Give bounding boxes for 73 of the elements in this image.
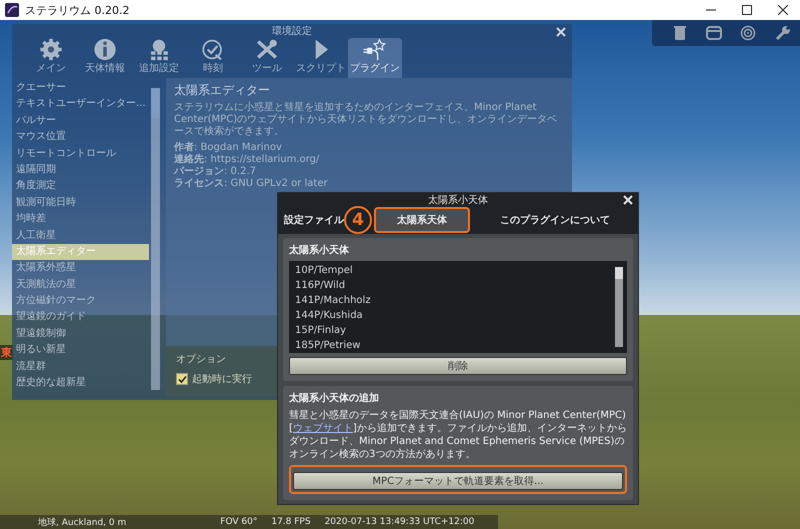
plugin-list-item[interactable]: 望遠鏡のガイド [12, 309, 149, 326]
delete-button[interactable]: 削除 [289, 357, 627, 375]
fetch-elements-button[interactable]: MPCフォーマットで軌道要素を取得... [293, 472, 623, 490]
step-number-badge: 4 [344, 206, 372, 234]
plugin-meta-line: バージョン: 0.2.7 [174, 166, 256, 178]
datetime-text: 2020-07-13 13:49:33 UTC+12:00 [324, 517, 474, 527]
scrollbar[interactable] [615, 267, 623, 347]
dialog-tab[interactable]: 太陽系天体 [374, 207, 470, 233]
dialog-tab[interactable]: このプラグインについて [472, 206, 638, 234]
group-title: 太陽系小天体 [289, 244, 350, 257]
plugin-list-item[interactable]: 角度測定 [12, 178, 149, 195]
object-list-item[interactable]: 10P/Tempel [295, 263, 605, 278]
plugin-list-item[interactable]: 方位磁針のマーク [12, 293, 149, 310]
trash-can-icon[interactable] [673, 25, 688, 41]
clock-icon [202, 40, 222, 60]
settings-tab[interactable]: 天体情報 [78, 38, 132, 78]
options-title: オプション [176, 352, 227, 366]
settings-tab[interactable]: スクリプト [294, 38, 348, 78]
scrollbar[interactable] [151, 88, 160, 390]
settings-tab[interactable]: メイン [24, 38, 78, 78]
plugin-description: ステラリウムに小惑星と彗星を追加するためのインターフェイス。Minor Planet Center(MPC)のウェブサイトから天体リストをダウンロードし、オンラインデータベースで検索ができます。 [174, 102, 558, 138]
object-list-item[interactable]: 116P/Wild [295, 278, 605, 293]
plugin-list-item[interactable]: テキストユーザーインター... [12, 96, 149, 113]
settings-tab[interactable]: プラグイン [348, 38, 402, 78]
plugin-meta-line: ライセンス: GNU GPLv2 or later [174, 178, 328, 190]
plugin-list-item[interactable]: 明るい新星 [12, 342, 149, 359]
plugin-list-item[interactable]: 遠隔同期 [12, 162, 149, 178]
gear-grid-icon [151, 40, 168, 60]
checkbox[interactable] [176, 373, 188, 385]
fov-text: FOV 60° [220, 517, 258, 527]
plugin-list-item[interactable]: 太陽系外惑星 [12, 260, 149, 277]
play-icon [316, 40, 328, 60]
plugin-list-item[interactable]: 歴史的な超新星 [12, 375, 149, 392]
app-icon [5, 3, 19, 17]
object-list-item[interactable]: 185P/Petriew [295, 338, 605, 353]
info-icon [94, 38, 116, 60]
window-icon[interactable] [706, 26, 722, 40]
tools-icon [256, 40, 278, 60]
plugin-title: 太陽系エディター [174, 82, 271, 99]
plug-star-icon [362, 38, 386, 61]
group-title: 太陽系小天体の追加 [289, 392, 380, 405]
dialog-tab[interactable]: 設定ファイル [284, 206, 344, 234]
website-link[interactable]: ウェブサイト [292, 423, 353, 434]
window-title: ステラリウム 0.20.2 [25, 2, 130, 18]
plugin-list-item[interactable]: リモートコントロール [12, 146, 149, 162]
location-text: 地球, Auckland, 0 m [38, 516, 126, 528]
plugin-list-item[interactable]: 流星群 [12, 358, 149, 376]
plugin-list-item[interactable]: クエーサー [12, 80, 149, 96]
dialog-title: 太陽系小天体 [428, 194, 488, 206]
plugin-meta-line: 作者: Bogdan Marinov [174, 142, 282, 154]
wrench-icon[interactable] [774, 25, 791, 41]
fps-text: 17.8 FPS [271, 517, 311, 527]
plugin-list-item[interactable]: 望遠鏡制御 [12, 326, 149, 342]
object-list-item[interactable]: 141P/Machholz [295, 293, 605, 308]
object-list-item[interactable]: 144P/Kushida [295, 308, 605, 323]
plugin-list-item[interactable]: マウス位置 [12, 129, 149, 146]
target-icon[interactable] [740, 25, 756, 41]
object-list-item[interactable]: 15P/Finlay [295, 323, 605, 338]
plugin-list-item[interactable]: 天測航法の星 [12, 276, 149, 294]
maximize-icon[interactable] [742, 5, 752, 15]
gear-icon [38, 38, 64, 61]
window-title: 環境設定 [272, 24, 312, 38]
description-text: 彗星と小惑星のデータを国際天文連合(IAU)の Minor Planet Center(MPC) [ウェブサイト]から追加できます。ファイルから追加、インターネットからダウンロード、Minor Planet and Comet Ephemeris Service (MPES)のオンライン検索の3つの方法があります。 [289, 409, 627, 461]
plugin-list-item[interactable]: 観測可能日時 [12, 194, 149, 212]
checkbox-label: 起動時に実行 [192, 372, 252, 386]
plugin-list-item[interactable]: パルサー [12, 112, 149, 130]
settings-tab[interactable]: ツール [240, 38, 294, 78]
plugin-meta-line: 連絡先: https://stellarium.org/ [174, 154, 320, 166]
settings-tab[interactable]: 時刻 [186, 38, 240, 78]
close-icon[interactable] [778, 5, 788, 15]
plugin-list-item[interactable]: 人工衛星 [12, 228, 149, 244]
settings-tab[interactable]: 追加設定 [132, 38, 186, 78]
plugin-list-item[interactable]: 均時差 [12, 211, 149, 228]
